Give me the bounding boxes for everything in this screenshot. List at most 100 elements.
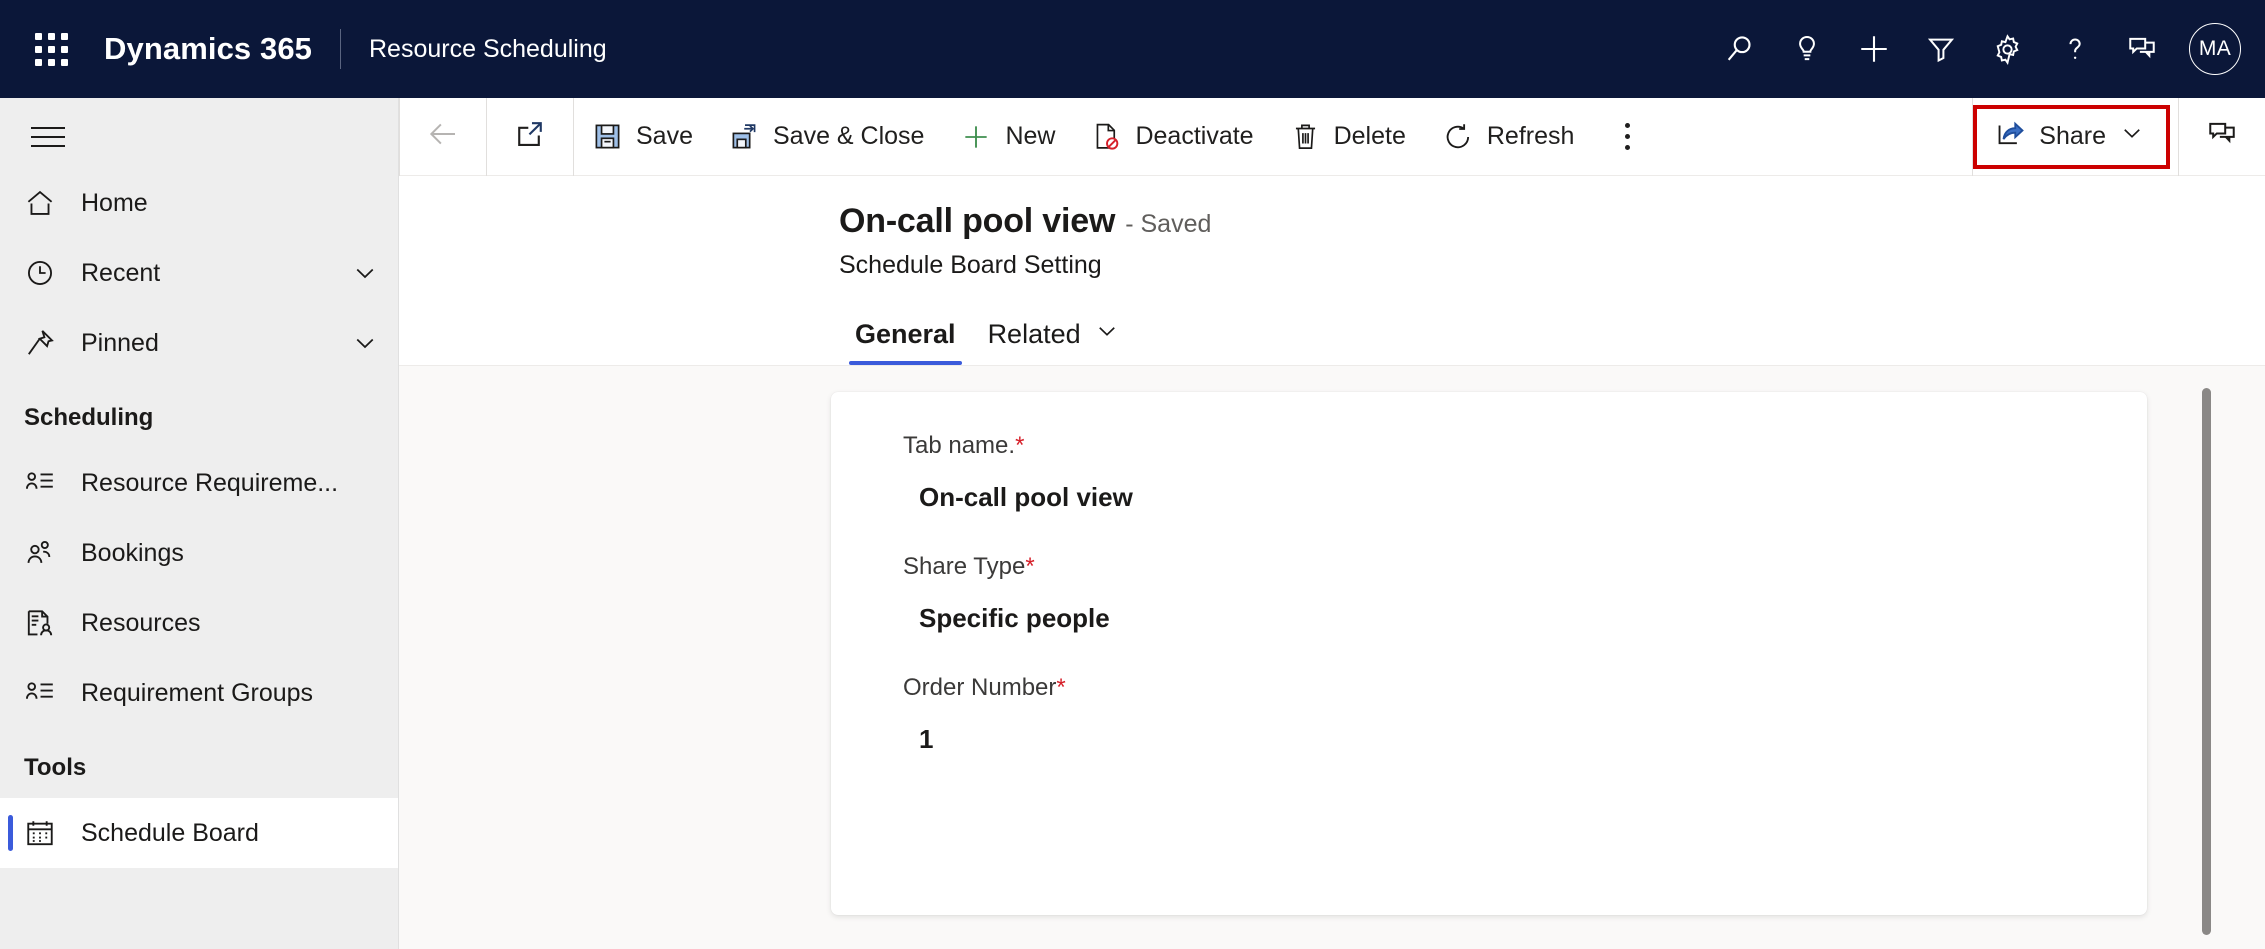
required-asterisk: * <box>1015 432 1025 459</box>
field-label-text: Tab name. <box>903 432 1016 459</box>
tab-name-input[interactable]: On-call pool view <box>903 482 2147 513</box>
sidebar-item-label: Pinned <box>81 328 159 357</box>
plus-icon <box>960 121 992 153</box>
avatar[interactable]: MA <box>2189 23 2241 75</box>
pin-icon <box>24 327 70 359</box>
plus-icon <box>1856 31 1892 67</box>
field-share-type: Share Type* Specific people <box>903 553 2147 634</box>
chat-icon <box>2206 118 2238 155</box>
new-button[interactable] <box>1840 15 1907 83</box>
deactivate-button[interactable]: Deactivate <box>1073 98 1271 176</box>
open-in-new-window-button[interactable] <box>487 98 573 176</box>
field-label: Order Number* <box>903 674 2147 702</box>
field-order-number: Order Number* 1 <box>903 674 2147 755</box>
search-button[interactable] <box>1706 15 1773 83</box>
calendar-icon <box>24 817 70 849</box>
sidebar-item-label: Schedule Board <box>81 818 259 847</box>
delete-button[interactable]: Delete <box>1272 98 1424 176</box>
entity-name: Schedule Board Setting <box>839 251 1102 279</box>
header-divider <box>340 29 341 69</box>
share-button[interactable]: Share <box>1977 109 2166 165</box>
header-actions: MA <box>1706 15 2247 83</box>
save-status: - Saved <box>1125 210 1212 238</box>
save-button[interactable]: Save <box>574 98 711 176</box>
app-launcher-button[interactable] <box>22 20 80 78</box>
sidebar-item-label: Recent <box>81 258 161 287</box>
filter-button[interactable] <box>1907 15 1974 83</box>
required-asterisk: * <box>1056 674 1066 701</box>
chevron-down-icon[interactable] <box>350 258 380 288</box>
resource-requirements-icon <box>24 467 70 499</box>
sidebar-item-recent[interactable]: Recent <box>0 238 398 308</box>
refresh-icon <box>1442 121 1474 153</box>
page-title: On-call pool view <box>839 202 1116 240</box>
feedback-icon <box>2126 33 2158 65</box>
gear-icon <box>1991 33 2024 66</box>
new-label: New <box>1005 122 1056 150</box>
brand-title[interactable]: Dynamics 365 <box>104 31 312 67</box>
feedback-button[interactable] <box>2108 15 2175 83</box>
record-header: On-call pool view - Saved Schedule Board… <box>399 176 2265 366</box>
command-bar: Save Save & Close New Deactivate Delete … <box>399 97 2265 176</box>
conversation-button[interactable] <box>2179 98 2265 176</box>
app-name[interactable]: Resource Scheduling <box>369 35 607 64</box>
chevron-down-icon[interactable] <box>350 328 380 358</box>
sidebar-item-resources[interactable]: Resources <box>0 588 398 658</box>
help-button[interactable] <box>2041 15 2108 83</box>
form-scrollbar[interactable] <box>2199 388 2213 935</box>
tab-strip: General Related <box>399 304 2265 366</box>
main-pane: Save Save & Close New Deactivate Delete … <box>399 97 2265 949</box>
sidebar-group-tools: Tools <box>24 754 87 781</box>
form-content: Tab name.* On-call pool view Share Type*… <box>399 366 2265 949</box>
tab-label: General <box>855 318 956 349</box>
tab-label: Related <box>987 318 1081 349</box>
order-number-input[interactable]: 1 <box>903 724 2147 755</box>
sidebar-item-requirement-groups[interactable]: Requirement Groups <box>0 658 398 728</box>
share-icon <box>1995 117 2027 156</box>
back-arrow-icon <box>425 116 461 157</box>
scrollbar-thumb[interactable] <box>2201 388 2211 935</box>
requirement-groups-icon <box>24 677 70 709</box>
waffle-icon <box>34 32 68 66</box>
sidebar-toggle-button[interactable] <box>16 106 80 168</box>
share-type-input[interactable]: Specific people <box>903 603 2147 634</box>
sidebar-item-label: Resources <box>81 608 201 637</box>
share-highlight: Share <box>1973 104 2170 169</box>
field-label-text: Order Number <box>903 674 1057 701</box>
sidebar: Home Recent Pinned Scheduling Resource R… <box>0 98 399 949</box>
sidebar-item-label: Requirement Groups <box>81 678 314 707</box>
delete-label: Delete <box>1333 122 1406 150</box>
deactivate-icon <box>1091 121 1122 152</box>
refresh-label: Refresh <box>1486 122 1575 150</box>
sidebar-item-bookings[interactable]: Bookings <box>0 518 398 588</box>
home-icon <box>24 187 70 219</box>
sidebar-item-resource-requirements[interactable]: Resource Requireme... <box>0 448 398 518</box>
field-label-text: Share Type <box>903 553 1026 580</box>
tab-related[interactable]: Related <box>972 303 1137 365</box>
settings-button[interactable] <box>1974 15 2041 83</box>
field-label: Tab name.* <box>903 432 2147 460</box>
save-close-icon <box>729 121 760 152</box>
filter-icon <box>1925 33 1957 65</box>
chevron-down-icon[interactable] <box>2118 119 2146 154</box>
sidebar-item-home[interactable]: Home <box>0 168 398 238</box>
insights-button[interactable] <box>1773 15 1840 83</box>
sidebar-item-pinned[interactable]: Pinned <box>0 308 398 378</box>
lightbulb-icon <box>1791 33 1823 65</box>
sidebar-item-label: Resource Requireme... <box>81 468 339 497</box>
bookings-icon <box>24 537 70 569</box>
sidebar-item-schedule-board[interactable]: Schedule Board <box>0 798 398 868</box>
save-and-close-label: Save & Close <box>772 122 925 150</box>
more-commands-button[interactable] <box>1592 98 1662 176</box>
general-tab-section: Tab name.* On-call pool view Share Type*… <box>831 392 2147 915</box>
chevron-down-icon[interactable] <box>1093 317 1121 352</box>
refresh-button[interactable]: Refresh <box>1424 98 1593 176</box>
search-icon <box>1723 32 1757 66</box>
tab-general[interactable]: General <box>839 303 972 365</box>
save-and-close-button[interactable]: Save & Close <box>711 98 942 176</box>
app-shell: Home Recent Pinned Scheduling Resource R… <box>0 97 2265 949</box>
back-button[interactable] <box>400 98 486 176</box>
deactivate-label: Deactivate <box>1135 122 1254 150</box>
new-record-button[interactable]: New <box>942 98 1073 176</box>
trash-icon <box>1290 121 1321 152</box>
